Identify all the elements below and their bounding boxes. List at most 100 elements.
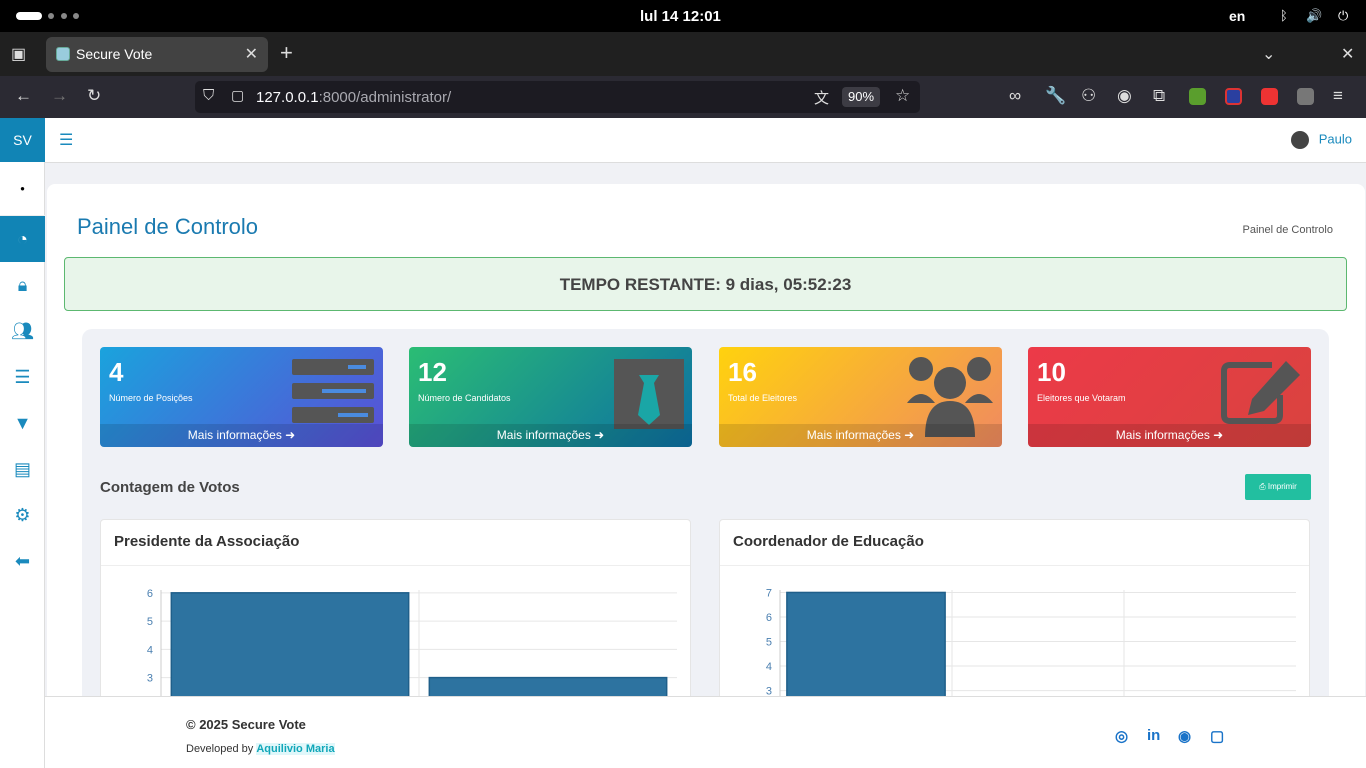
chart-title: Coordenador de Educação [733, 533, 924, 550]
y-tick-label: 6 [766, 612, 772, 624]
workspace-dot[interactable] [61, 13, 67, 19]
download-extension-icon[interactable] [1189, 88, 1206, 105]
y-tick-label: 4 [147, 644, 153, 656]
remaining-time-banner: TEMPO RESTANTE: 9 dias, 05:52:23 [64, 257, 1347, 311]
stat-number: 10 [1037, 357, 1066, 387]
reload-icon[interactable]: ↻ [87, 86, 101, 106]
brand-logo[interactable]: SV [0, 118, 45, 162]
favicon-icon [56, 47, 70, 61]
screenshot-icon[interactable]: ⚇ [1081, 86, 1096, 106]
user-menu[interactable]: Paulo [1290, 131, 1352, 149]
power-icon[interactable]: ⏻ [1338, 8, 1348, 24]
footer: © 2025 Secure Vote Developed by Aquilivi… [45, 696, 1366, 768]
top-navbar: ☰ Paulo [45, 118, 1366, 163]
address-bar[interactable]: ⛉ ▢ 127.0.0.1:8000/administrator/ 文 90% … [195, 81, 920, 113]
stat-card-candidates[interactable]: 12 Número de Candidatos Mais informações… [409, 347, 692, 447]
sidebar-avatar: ● [0, 162, 45, 216]
list-icon[interactable]: ☰ [0, 354, 45, 400]
edit-icon [1221, 361, 1300, 424]
stat-card-voted[interactable]: 10 Eleitores que Votaram Mais informaçõe… [1028, 347, 1311, 447]
zoom-level[interactable]: 90% [842, 87, 880, 107]
save-extension-icon[interactable] [1297, 88, 1314, 105]
bluetooth-icon[interactable]: ᛒ [1280, 8, 1288, 23]
workspace-dot[interactable] [48, 13, 54, 19]
y-tick-label: 5 [766, 637, 772, 649]
breadcrumb: Painel de Controlo [1242, 224, 1333, 236]
activities-indicator[interactable] [16, 12, 42, 20]
bookmark-star-icon[interactable]: ☆ [895, 86, 910, 106]
list-icon [292, 359, 374, 423]
github-icon[interactable]: ◉ [1178, 727, 1191, 745]
sidebar: SV ● ◔ 🔒︎ 👥︎ ☰ ▼ ▤ ⚙ ⬅ [0, 118, 45, 768]
lock-icon[interactable]: 🔒︎ [0, 262, 45, 308]
stat-number: 12 [418, 357, 447, 387]
y-tick-label: 7 [766, 587, 772, 599]
new-tab-icon[interactable]: + [280, 40, 293, 66]
stat-card-voters[interactable]: 16 Total de Eleitores Mais informações ➜ [719, 347, 1002, 447]
stat-label: Total de Eleitores [728, 393, 798, 403]
extensions-icon[interactable]: ⧉ [1153, 86, 1165, 106]
chart-title: Presidente da Associação [114, 533, 300, 550]
browser-nav-bar: ← → ↻ ⛉ ▢ 127.0.0.1:8000/administrator/ … [0, 76, 1366, 118]
close-tab-icon[interactable]: ✕ [245, 44, 258, 64]
stat-label: Eleitores que Votaram [1037, 393, 1126, 403]
more-info-link[interactable]: Mais informações ➜ [719, 424, 1002, 447]
file-icon[interactable]: ▤ [0, 446, 45, 492]
workspace-dot[interactable] [73, 13, 79, 19]
language-indicator[interactable]: en [1229, 8, 1245, 24]
stat-number: 16 [728, 357, 757, 387]
hamburger-icon[interactable]: ☰ [59, 130, 73, 150]
stat-label: Número de Candidatos [418, 393, 511, 403]
url-text[interactable]: 127.0.0.1:8000/administrator/ [256, 89, 451, 106]
chart-card: Coordenador de Educação 765432 [719, 519, 1310, 719]
print-button[interactable]: ⎙ Imprimir [1245, 474, 1311, 500]
translate-icon[interactable]: 文 [814, 87, 829, 108]
tie-icon[interactable]: ▼ [0, 400, 45, 446]
chart-card: Presidente da Associação 65432 [100, 519, 691, 719]
stat-card-positions[interactable]: 4 Número de Posições Mais informações ➜ [100, 347, 383, 447]
menu-icon[interactable]: ≡ [1333, 86, 1343, 106]
system-top-bar: lul 14 12:01 en ᛒ 🔊 ⏻ [0, 0, 1366, 32]
stat-number: 4 [109, 357, 124, 387]
users-icon[interactable]: 👥︎ [0, 308, 45, 354]
tab-overview-icon[interactable]: ▣ [11, 44, 26, 64]
clock[interactable]: lul 14 12:01 [640, 8, 721, 25]
shield-icon[interactable]: ⛉ [203, 87, 214, 104]
y-tick-label: 4 [766, 661, 772, 673]
more-info-link[interactable]: Mais informações ➜ [1028, 424, 1311, 447]
developer-link[interactable]: Aquilivio Maria [256, 743, 335, 755]
more-info-link[interactable]: Mais informações ➜ [100, 424, 383, 447]
developer-credit: Developed by Aquilivio Maria [186, 743, 335, 755]
dashboard-panel: 4 Número de Posições Mais informações ➜ … [82, 329, 1329, 719]
stat-label: Número de Posições [109, 393, 193, 403]
browser-tab-bar: ▣ Secure Vote ✕ + ⌄ ✕ [0, 32, 1366, 76]
app-root: SV ● ◔ 🔒︎ 👥︎ ☰ ▼ ▤ ⚙ ⬅ ☰ Paulo Painel de… [0, 118, 1366, 768]
mask-icon[interactable]: ∞ [1009, 86, 1021, 106]
blocker-extension-icon[interactable] [1225, 88, 1242, 105]
instagram-icon[interactable]: ▢ [1210, 727, 1224, 745]
volume-icon[interactable]: 🔊 [1306, 8, 1322, 24]
back-arrow-icon[interactable]: ⬅ [0, 538, 45, 584]
gear-icon[interactable]: ⚙ [0, 492, 45, 538]
tab-list-chevron-icon[interactable]: ⌄ [1262, 44, 1275, 64]
y-tick-label: 5 [147, 616, 153, 628]
wrench-icon[interactable]: 🔧 [1045, 86, 1066, 106]
y-tick-label: 6 [147, 588, 153, 600]
avatar [1290, 131, 1309, 149]
copyright: © 2025 Secure Vote [186, 717, 306, 732]
more-info-link[interactable]: Mais informações ➜ [409, 424, 692, 447]
dashboard-icon[interactable]: ◔ [0, 216, 45, 262]
back-icon[interactable]: ← [15, 86, 32, 106]
lock-extension-icon[interactable] [1261, 88, 1278, 105]
linkedin-icon[interactable]: in [1147, 727, 1160, 744]
tab-title: Secure Vote [76, 46, 153, 62]
account-icon[interactable]: ◉ [1117, 86, 1132, 106]
browser-tab[interactable]: Secure Vote ✕ [46, 37, 268, 72]
forward-icon[interactable]: → [51, 86, 68, 106]
y-tick-label: 3 [147, 673, 153, 685]
page-title: Painel de Controlo [77, 214, 259, 239]
whatsapp-icon[interactable]: ◎ [1115, 727, 1128, 745]
print-label: Imprimir [1267, 482, 1297, 491]
close-window-icon[interactable]: ✕ [1341, 44, 1354, 64]
page-icon[interactable]: ▢ [231, 87, 244, 104]
